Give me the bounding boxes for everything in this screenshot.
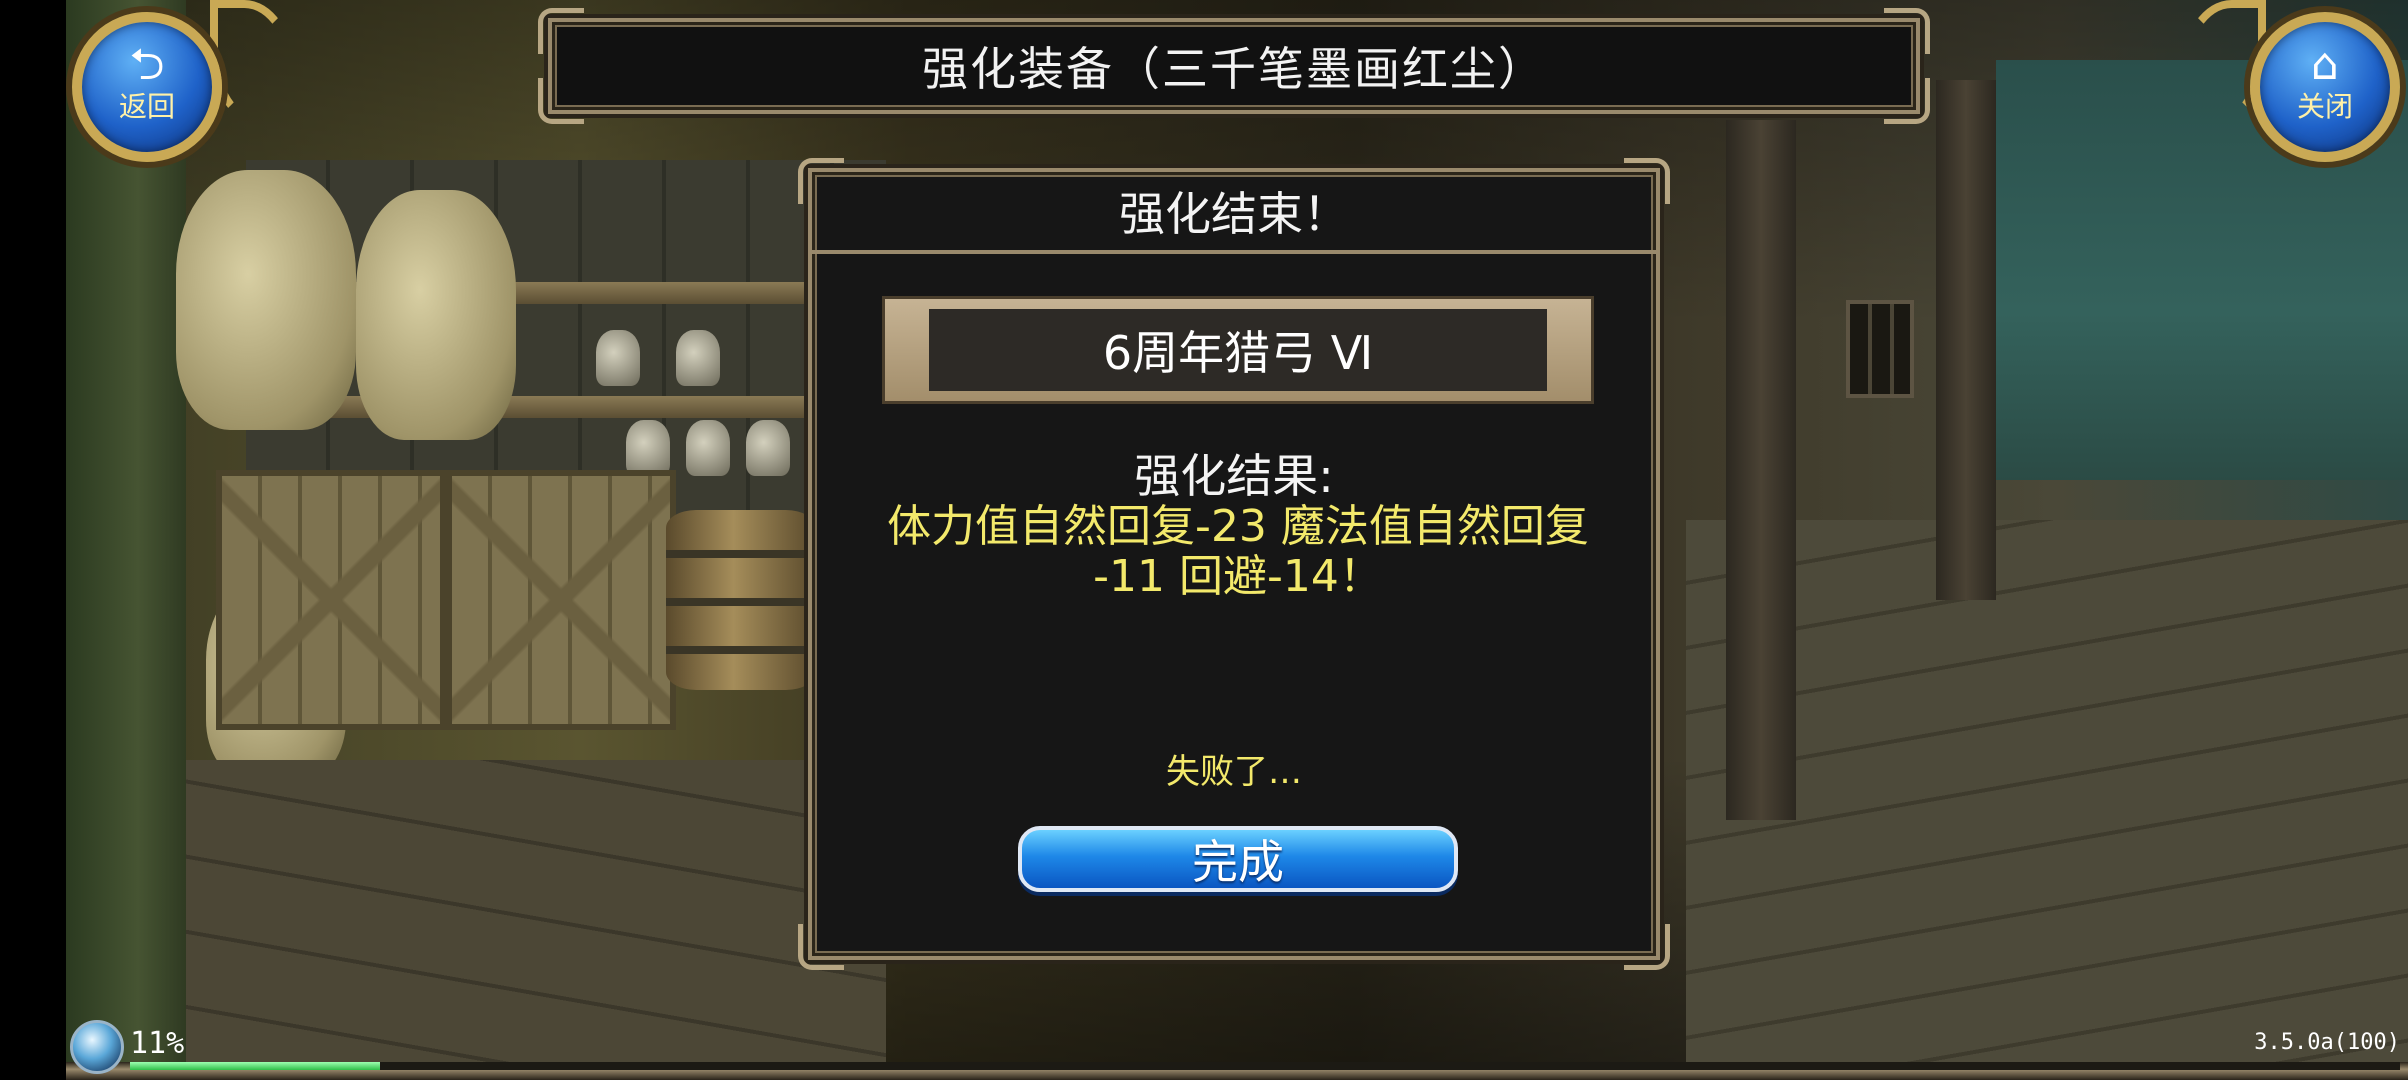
close-button[interactable]: ⌂ 关闭 (2250, 12, 2400, 162)
back-button-label: 返回 (118, 90, 175, 123)
game-screen: 强化装备（三千笔墨画红尘） ⮌ 返回 ⌂ 关闭 强化结束！ 6周年猎弓 Ⅵ 强化… (0, 0, 2408, 1080)
result-line: 体力值自然回复-23 魔法值自然回复 (887, 501, 1589, 552)
scene-bottle (686, 420, 730, 476)
scene-pillar (1936, 80, 1996, 600)
result-label: 强化结果: (1134, 449, 1334, 503)
done-button[interactable]: 完成 (1018, 826, 1458, 892)
scene-bottle (746, 420, 790, 476)
home-icon: ⌂ (2311, 39, 2339, 90)
scene-bottle (596, 330, 640, 386)
item-name-box: 6周年猎弓 Ⅵ (882, 296, 1594, 404)
item-name: 6周年猎弓 Ⅵ (929, 309, 1547, 391)
scene-sack (356, 190, 516, 440)
scene-wall (66, 0, 186, 1080)
scene-pillar (1726, 120, 1796, 820)
dialog-title: 强化结束！ (812, 172, 1656, 254)
scene-crate (446, 470, 676, 730)
scene-bottle (626, 420, 670, 476)
close-button-label: 关闭 (2296, 90, 2353, 123)
scene-sack (176, 170, 356, 430)
scene-crate (216, 470, 446, 730)
progress-percent: 11% (130, 1026, 185, 1061)
title-bar: 强化装备（三千笔墨画红尘） (538, 8, 1930, 124)
status-orb-icon (70, 1020, 124, 1074)
version-label: 3.5.0a(100) (2254, 1030, 2400, 1055)
enhance-result-dialog: 强化结束！ 6周年猎弓 Ⅵ 强化结果: 体力值自然回复-23 魔法值自然回复 -… (798, 158, 1670, 970)
failure-message: 失败了… (1166, 752, 1302, 792)
progress-fill (130, 1062, 380, 1070)
scene-barrel (666, 510, 816, 690)
scene-bottle (676, 330, 720, 386)
return-arrow-icon: ⮌ (129, 39, 165, 90)
result-line: -11 回避-14！ (1093, 551, 1383, 602)
progress-bar (130, 1062, 2400, 1070)
frame-corner-ornament (1624, 924, 1670, 970)
page-title: 强化装备（三千笔墨画红尘） (922, 42, 1546, 96)
result-detail: 体力值自然回复-23 魔法值自然回复 -11 回避-14！ (842, 502, 1634, 602)
scene-window (1846, 300, 1914, 398)
frame-corner-ornament (798, 924, 844, 970)
scene-floor (186, 760, 886, 1080)
back-button[interactable]: ⮌ 返回 (72, 12, 222, 162)
